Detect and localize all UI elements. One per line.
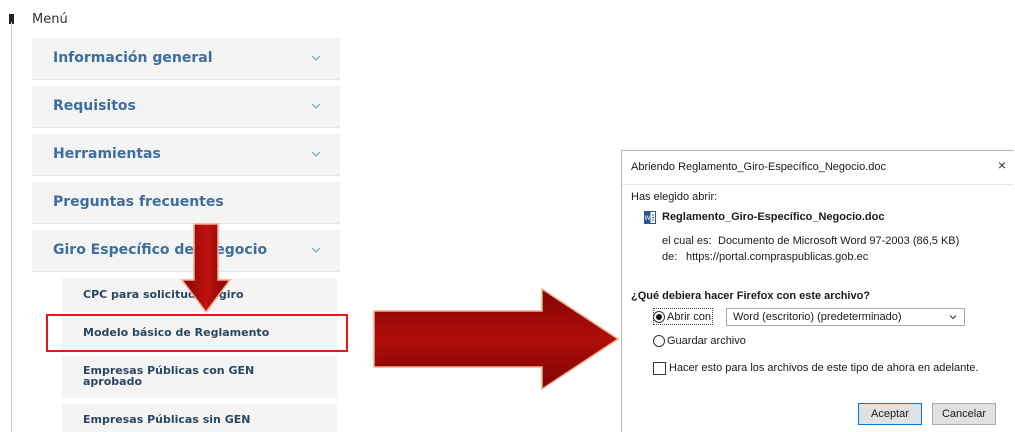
submenu-item-empresas-sin-gen[interactable]: Empresas Públicas sin GEN — [62, 404, 337, 432]
save-file-label: Guardar archivo — [667, 335, 746, 347]
menu-title: Menú — [32, 12, 68, 27]
action-question: ¿Qué debiera hacer Firefox con este arch… — [631, 290, 871, 302]
file-type-value: Documento de Microsoft Word 97-2003 (86,… — [718, 235, 960, 247]
download-dialog: Abriendo Reglamento_Giro-Específico_Nego… — [621, 150, 1014, 432]
menu-item-label: Giro Específico del Negocio — [53, 242, 268, 258]
open-with-select[interactable]: Word (escritorio) (predeterminado) — [726, 308, 965, 326]
menu-item-label: Requisitos — [53, 98, 136, 114]
open-with-value: Word (escritorio) (predeterminado) — [733, 311, 902, 323]
dialog-separator — [622, 184, 1014, 185]
chevron-down-icon — [949, 315, 957, 320]
down-arrow-icon — [180, 223, 232, 314]
remember-checkbox[interactable] — [653, 362, 666, 375]
submenu-item-label: Empresas Públicas sin GEN — [83, 413, 251, 426]
right-arrow-icon — [373, 287, 620, 391]
menu-item-informacion-general[interactable]: Información general — [32, 38, 340, 80]
chevron-down-icon — [311, 151, 321, 157]
menu-item-label: Información general — [53, 50, 213, 66]
menu-item-label: Preguntas frecuentes — [53, 194, 224, 210]
file-name: Reglamento_Giro-Específico_Negocio.doc — [662, 211, 885, 223]
file-type-label: el cual es: — [662, 235, 712, 247]
chevron-down-icon — [311, 247, 321, 253]
save-file-radio[interactable] — [653, 335, 665, 347]
menu-item-requisitos[interactable]: Requisitos — [32, 86, 340, 128]
dialog-title: Abriendo Reglamento_Giro-Específico_Nego… — [631, 161, 886, 173]
word-document-icon: W — [644, 211, 656, 224]
file-source-value: https://portal.compraspublicas.gob.ec — [686, 251, 869, 263]
menu-item-herramientas[interactable]: Herramientas — [32, 134, 340, 176]
close-icon[interactable]: × — [998, 157, 1006, 173]
chevron-down-icon — [311, 103, 321, 109]
accept-button[interactable]: Aceptar — [858, 403, 922, 425]
submenu-item-empresas-con-gen[interactable]: Empresas Públicas con GEN aprobado — [62, 356, 337, 398]
menu-item-label: Herramientas — [53, 146, 161, 162]
highlight-box — [46, 314, 348, 352]
submenu-item-label-line2: aprobado — [83, 375, 143, 388]
cancel-button[interactable]: Cancelar — [932, 403, 996, 425]
svg-text:W: W — [645, 216, 651, 222]
menu-item-preguntas-frecuentes[interactable]: Preguntas frecuentes — [32, 182, 340, 224]
chosen-label: Has elegido abrir: — [631, 191, 718, 203]
open-with-label: Abrir con — [667, 311, 712, 323]
file-source-label: de: — [662, 251, 678, 263]
remember-label: Hacer esto para los archivos de este tip… — [669, 362, 979, 374]
chevron-down-icon — [311, 55, 321, 61]
menu-vertical-line — [11, 22, 12, 432]
